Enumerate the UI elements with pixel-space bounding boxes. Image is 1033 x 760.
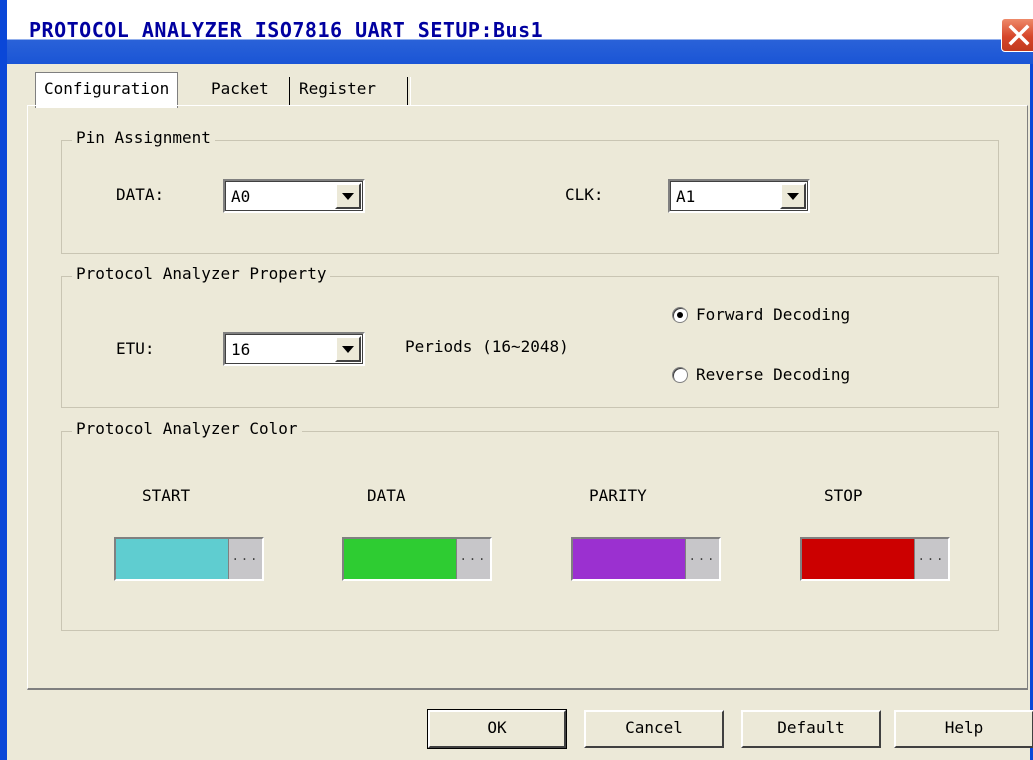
radio-unchecked-icon [672, 367, 688, 383]
window-title: PROTOCOL ANALYZER ISO7816 UART SETUP:Bus… [29, 18, 544, 42]
data-color-label: DATA [367, 486, 406, 505]
tab-register[interactable]: Register [291, 73, 385, 105]
close-icon [1008, 24, 1030, 46]
parity-color-browse-button[interactable]: ... [685, 539, 719, 579]
cancel-button[interactable]: Cancel [584, 710, 724, 748]
chevron-down-icon[interactable] [780, 183, 806, 209]
reverse-decoding-label: Reverse Decoding [696, 365, 851, 384]
etu-label: ETU: [116, 339, 155, 358]
ok-button[interactable]: OK [427, 709, 567, 749]
color-group: Protocol Analyzer Color START ... DATA .… [61, 419, 999, 631]
group-title: Protocol Analyzer Property [72, 264, 331, 283]
chevron-down-icon[interactable] [335, 336, 361, 362]
group-title: Pin Assignment [72, 128, 215, 147]
chevron-down-icon[interactable] [335, 183, 361, 209]
data-color-picker[interactable]: ... [342, 537, 492, 581]
clk-pin-select[interactable]: A1 [668, 179, 810, 213]
etu-select[interactable]: 16 [223, 332, 365, 366]
stop-color-picker[interactable]: ... [800, 537, 950, 581]
default-button[interactable]: Default [741, 710, 881, 748]
etu-value: 16 [231, 340, 251, 359]
group-title: Protocol Analyzer Color [72, 419, 302, 438]
clk-pin-label: CLK: [565, 185, 604, 204]
radio-checked-icon [672, 307, 688, 323]
data-pin-label: DATA: [116, 185, 165, 204]
tab-label: Configuration [44, 79, 170, 98]
forward-decoding-label: Forward Decoding [696, 305, 851, 324]
configuration-panel: Pin Assignment DATA: A0 CLK: A1 Protocol… [27, 105, 1028, 690]
tab-label: Register [299, 79, 377, 98]
periods-hint: Periods (16~2048) [405, 337, 569, 356]
tab-label: Packet [211, 79, 269, 98]
start-color-label: START [142, 486, 191, 505]
parity-color-swatch[interactable] [573, 539, 685, 579]
pin-assignment-group: Pin Assignment DATA: A0 CLK: A1 [61, 128, 999, 254]
property-group: Protocol Analyzer Property ETU: 16 Perio… [61, 264, 999, 408]
title-bar: PROTOCOL ANALYZER ISO7816 UART SETUP:Bus… [7, 0, 1033, 64]
tab-packet[interactable]: Packet [203, 73, 277, 105]
parity-color-label: PARITY [589, 486, 647, 505]
help-button[interactable]: Help [894, 710, 1033, 748]
stop-color-swatch[interactable] [802, 539, 914, 579]
stop-color-browse-button[interactable]: ... [914, 539, 948, 579]
start-color-picker[interactable]: ... [114, 537, 264, 581]
data-pin-value: A0 [231, 187, 251, 206]
dialog-window: PROTOCOL ANALYZER ISO7816 UART SETUP:Bus… [0, 0, 1033, 760]
data-color-browse-button[interactable]: ... [456, 539, 490, 579]
data-color-swatch[interactable] [344, 539, 456, 579]
start-color-browse-button[interactable]: ... [228, 539, 262, 579]
close-button[interactable] [1001, 18, 1033, 52]
tab-separator [407, 77, 411, 105]
stop-color-label: STOP [824, 486, 863, 505]
parity-color-picker[interactable]: ... [571, 537, 721, 581]
data-pin-select[interactable]: A0 [223, 179, 365, 213]
start-color-swatch[interactable] [116, 539, 228, 579]
tab-configuration[interactable]: Configuration [35, 72, 179, 108]
clk-pin-value: A1 [676, 187, 696, 206]
